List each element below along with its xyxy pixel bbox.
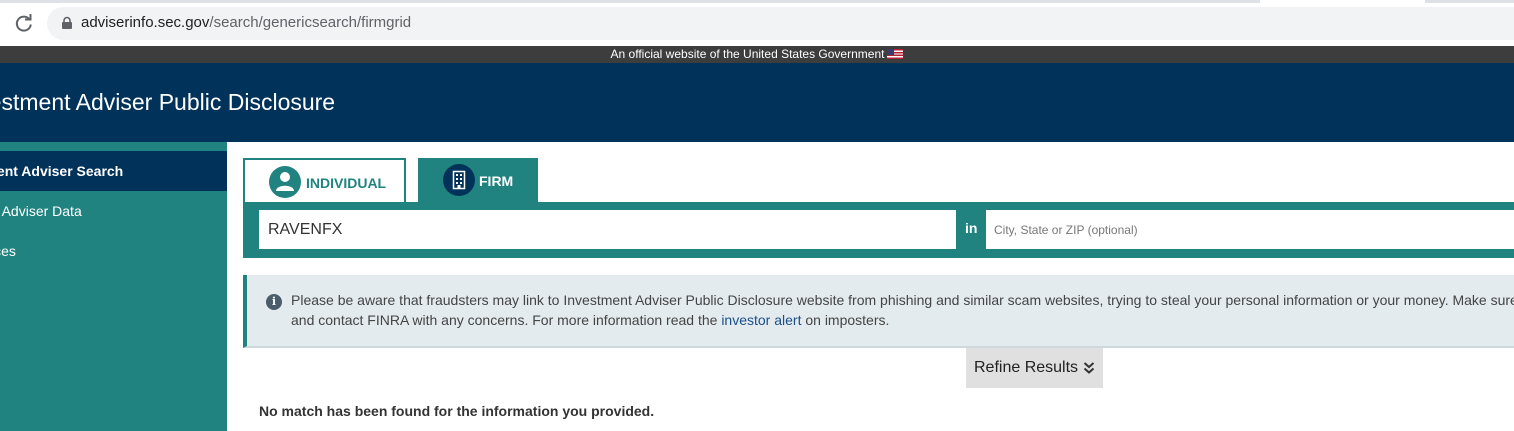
alert-line-2: and contact FINRA with any concerns. For…: [291, 310, 1514, 330]
info-icon: i: [266, 294, 282, 310]
sidebar-item-label: Investment Adviser Data: [0, 203, 82, 219]
location-placeholder: City, State or ZIP (optional): [994, 222, 1138, 237]
sidebar-item-adviser-data[interactable]: Investment Adviser Data: [0, 191, 227, 231]
in-label: in: [965, 220, 978, 236]
sidebar-item-adviser-search[interactable]: Investment Adviser Search: [0, 151, 227, 191]
gov-banner: An official website of the United States…: [0, 46, 1514, 63]
reload-icon[interactable]: [14, 13, 34, 33]
url-text: adviserinfo.sec.gov/search/genericsearch…: [81, 14, 411, 31]
sidebar-item-label: Investment Adviser Search: [0, 163, 124, 179]
refine-results-button[interactable]: Refine Results: [966, 348, 1103, 388]
refine-results-label: Refine Results: [974, 359, 1079, 376]
firm-search-input[interactable]: RAVENFX: [259, 210, 956, 249]
address-bar[interactable]: adviserinfo.sec.gov/search/genericsearch…: [47, 7, 1514, 40]
tab-strip: [0, 0, 1514, 3]
tab-individual[interactable]: INDIVIDUAL: [243, 158, 406, 202]
double-chevron-down-icon: [1083, 362, 1095, 374]
building-icon: [443, 164, 475, 196]
tab-firm[interactable]: FIRM: [418, 158, 538, 202]
browser-toolbar: adviserinfo.sec.gov/search/genericsearch…: [0, 0, 1514, 46]
search-input-value: RAVENFX: [268, 220, 343, 238]
gov-banner-text: An official website of the United States…: [610, 47, 885, 61]
url-domain: adviserinfo.sec.gov: [81, 14, 210, 31]
lock-icon: [62, 16, 72, 29]
location-input[interactable]: City, State or ZIP (optional): [986, 210, 1514, 249]
investor-alert-link[interactable]: investor alert: [721, 312, 801, 328]
url-path: /search/genericsearch/firmgrid: [209, 14, 412, 31]
alert-text: Please be aware that fraudsters may link…: [291, 290, 1514, 330]
sidebar-item-label: Resources: [0, 243, 16, 259]
us-flag-icon: [887, 49, 904, 59]
sidebar: Investment Adviser Search Investment Adv…: [0, 142, 227, 431]
search-bar: RAVENFX in City, State or ZIP (optional): [243, 202, 1514, 258]
no-match-message: No match has been found for the informat…: [259, 403, 655, 419]
tab-individual-label: INDIVIDUAL: [306, 175, 387, 191]
fraud-alert: i Please be aware that fraudsters may li…: [243, 275, 1514, 348]
alert-line-1: Please be aware that fraudsters may link…: [291, 292, 1514, 308]
tab-firm-label: FIRM: [479, 173, 514, 189]
alert-line-2-end: on imposters.: [801, 312, 890, 328]
site-title[interactable]: Investment Adviser Public Disclosure: [0, 89, 335, 116]
alert-line-2-start: and contact FINRA with any concerns. For…: [291, 312, 722, 328]
sidebar-item-resources[interactable]: Resources: [0, 231, 227, 271]
person-icon: [269, 166, 301, 198]
site-header: Investment Adviser Public Disclosure: [0, 63, 1514, 142]
